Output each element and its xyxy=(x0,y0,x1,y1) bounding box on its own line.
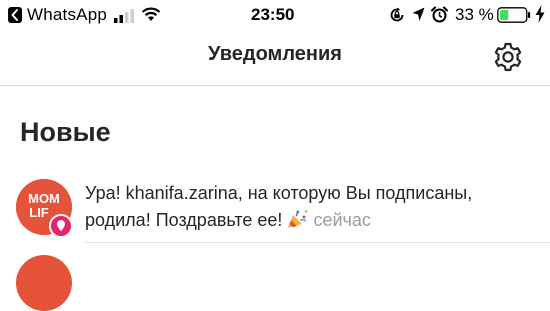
status-bar: WhatsApp 23:50 33 % xyxy=(0,0,550,30)
location-icon xyxy=(412,7,425,22)
page-title: Уведомления xyxy=(208,43,342,65)
notification-text-block: Ура! khanifa.zarina, на которую Вы подпи… xyxy=(85,180,540,234)
list-divider xyxy=(85,242,550,243)
party-popper-icon xyxy=(288,210,308,228)
rotation-lock-icon xyxy=(389,7,405,23)
pin-badge-icon xyxy=(49,214,73,238)
battery-percent: 33 % xyxy=(455,5,494,24)
settings-button[interactable] xyxy=(492,41,524,73)
alarm-icon xyxy=(431,6,448,23)
battery-icon xyxy=(497,7,531,23)
navigation-bar: Уведомления xyxy=(0,30,550,86)
svg-text:LIF: LIF xyxy=(29,205,49,220)
notification-message: Ура! khanifa.zarina, на которую Вы подпи… xyxy=(85,183,473,230)
avatar[interactable] xyxy=(16,255,72,311)
section-title: Новые xyxy=(20,117,111,147)
gear-icon xyxy=(494,42,522,72)
svg-text:MOM: MOM xyxy=(28,191,60,206)
wifi-icon xyxy=(141,6,161,22)
charging-bolt-icon xyxy=(535,5,545,23)
avatar[interactable]: MOM LIF xyxy=(16,179,73,238)
back-arrow-icon[interactable] xyxy=(8,7,22,23)
signal-icon xyxy=(114,8,136,23)
back-app-label[interactable]: WhatsApp xyxy=(27,5,107,25)
notification-item[interactable]: MOM LIF Ура! khanifa.zarina, на которую … xyxy=(0,168,550,244)
notification-time: сейчас xyxy=(313,210,371,230)
clock-time: 23:50 xyxy=(251,5,295,24)
